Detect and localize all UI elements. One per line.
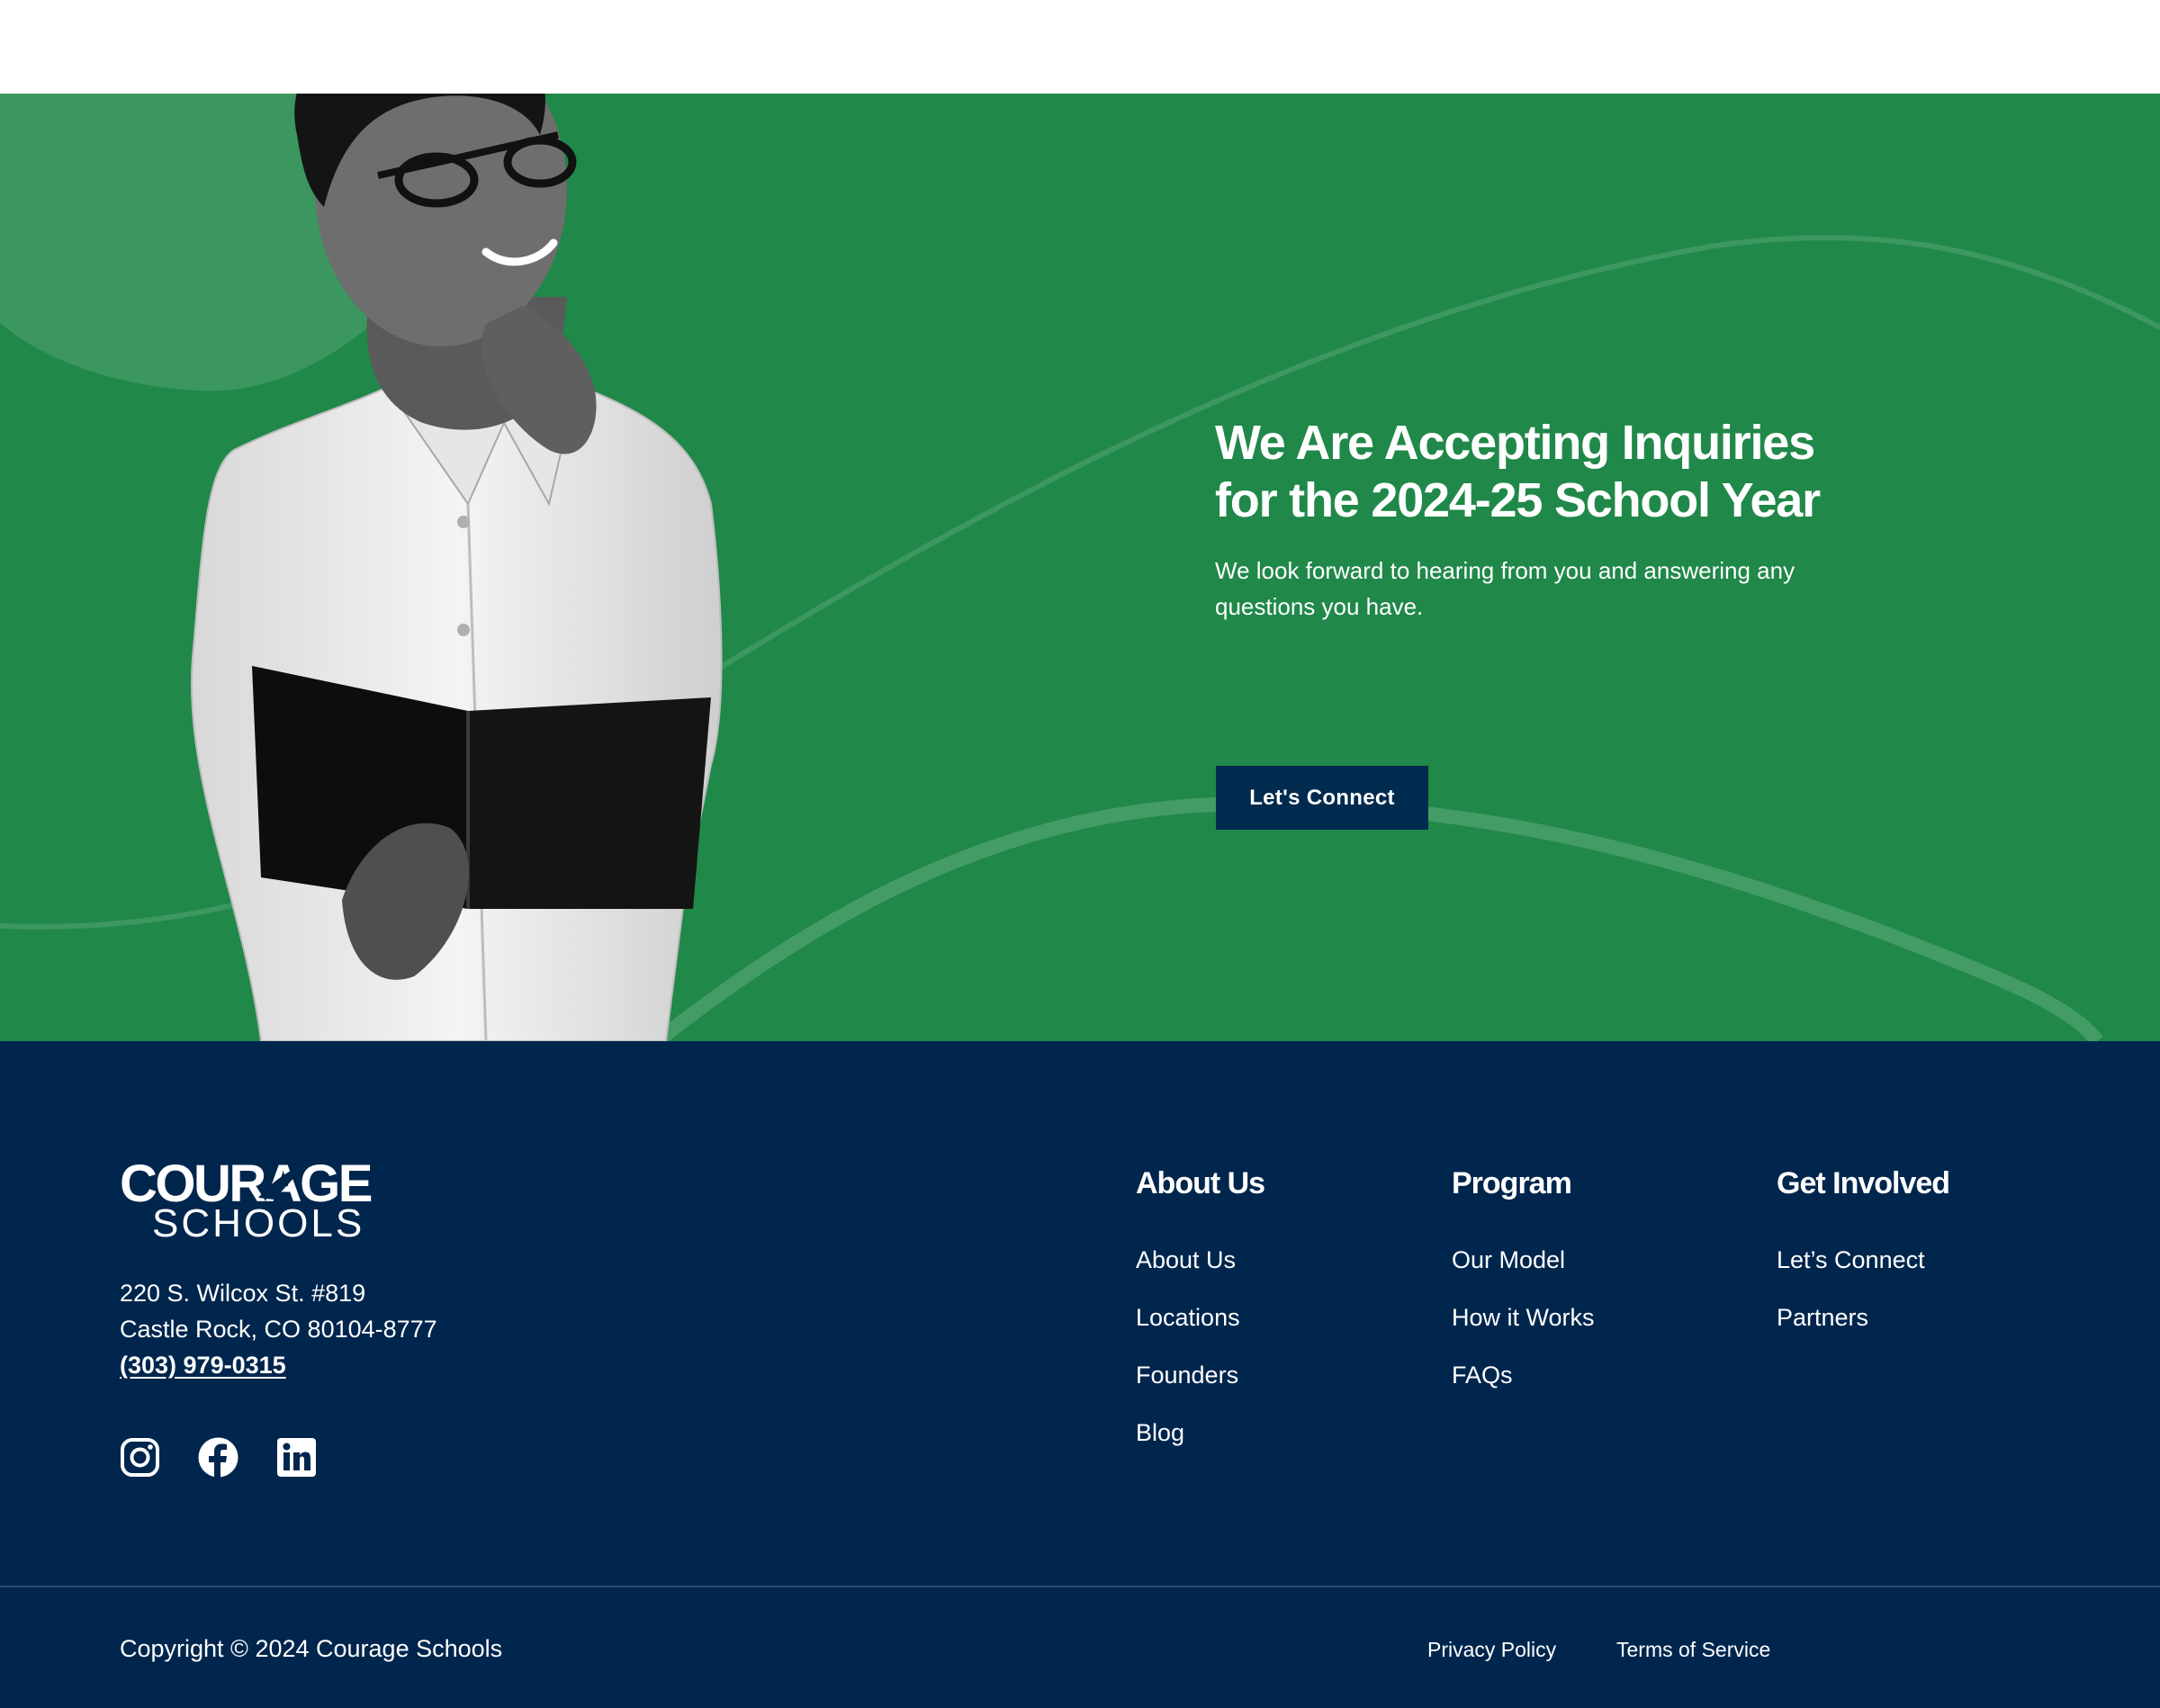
phone-link[interactable]: (303) 979-0315 [120,1352,286,1379]
hero-section: We Are Accepting Inquiries for the 2024-… [0,94,2160,1041]
hero-title-line2: for the 2024-25 School Year [1215,473,1821,527]
footer-column-title: Program [1452,1166,1572,1200]
footer-link-lets-connect[interactable]: Let’s Connect [1777,1245,1949,1275]
footer-divider [0,1586,2160,1587]
logo-wordmark-bottom: SCHOOLS [152,1201,365,1245]
logo-swoosh-icon [258,1162,309,1200]
copyright-text: Copyright © 2024 Courage Schools [120,1635,503,1662]
hero-subtitle: We look forward to hearing from you and … [1215,557,1796,620]
footer-column-get-involved: Get Involved Let’s Connect Partners [1777,1165,1950,1360]
footer-column-program: Program Our Model How it Works FAQs [1452,1165,1595,1417]
linkedin-icon[interactable] [276,1437,317,1478]
footer-column-title: Get Involved [1777,1166,1950,1200]
hero-title: We Are Accepting Inquiries for the 2024-… [1215,414,1953,529]
courage-schools-logo[interactable]: COURAGE SCHOOLS [120,1158,399,1245]
address-line2: Castle Rock, CO 80104-8777 [120,1316,437,1343]
instagram-icon[interactable] [120,1437,160,1478]
contact-block: 220 S. Wilcox St. #819 Castle Rock, CO 8… [120,1275,437,1383]
footer-link-blog[interactable]: Blog [1136,1417,1264,1448]
footer-link-our-model[interactable]: Our Model [1452,1245,1595,1275]
student-photo [190,94,723,1041]
privacy-policy-link[interactable]: Privacy Policy [1427,1636,1556,1663]
site-footer: COURAGE SCHOOLS 220 S. Wilcox St. #819 C… [0,1041,2160,1708]
footer-column-about: About Us About Us Locations Founders Blo… [1136,1165,1265,1475]
terms-of-service-link[interactable]: Terms of Service [1616,1636,1770,1663]
footer-link-faqs[interactable]: FAQs [1452,1360,1595,1390]
address-line1: 220 S. Wilcox St. #819 [120,1280,366,1307]
footer-link-how-it-works[interactable]: How it Works [1452,1302,1595,1333]
footer-column-title: About Us [1136,1166,1265,1200]
footer-link-founders[interactable]: Founders [1136,1360,1264,1390]
footer-link-locations[interactable]: Locations [1136,1302,1264,1333]
social-links [120,1437,317,1478]
footer-link-partners[interactable]: Partners [1777,1302,1949,1333]
facebook-icon[interactable] [198,1437,238,1478]
hero-title-line1: We Are Accepting Inquiries [1215,416,1815,470]
lets-connect-button[interactable]: Let's Connect [1216,766,1428,830]
footer-link-about-us[interactable]: About Us [1136,1245,1264,1275]
